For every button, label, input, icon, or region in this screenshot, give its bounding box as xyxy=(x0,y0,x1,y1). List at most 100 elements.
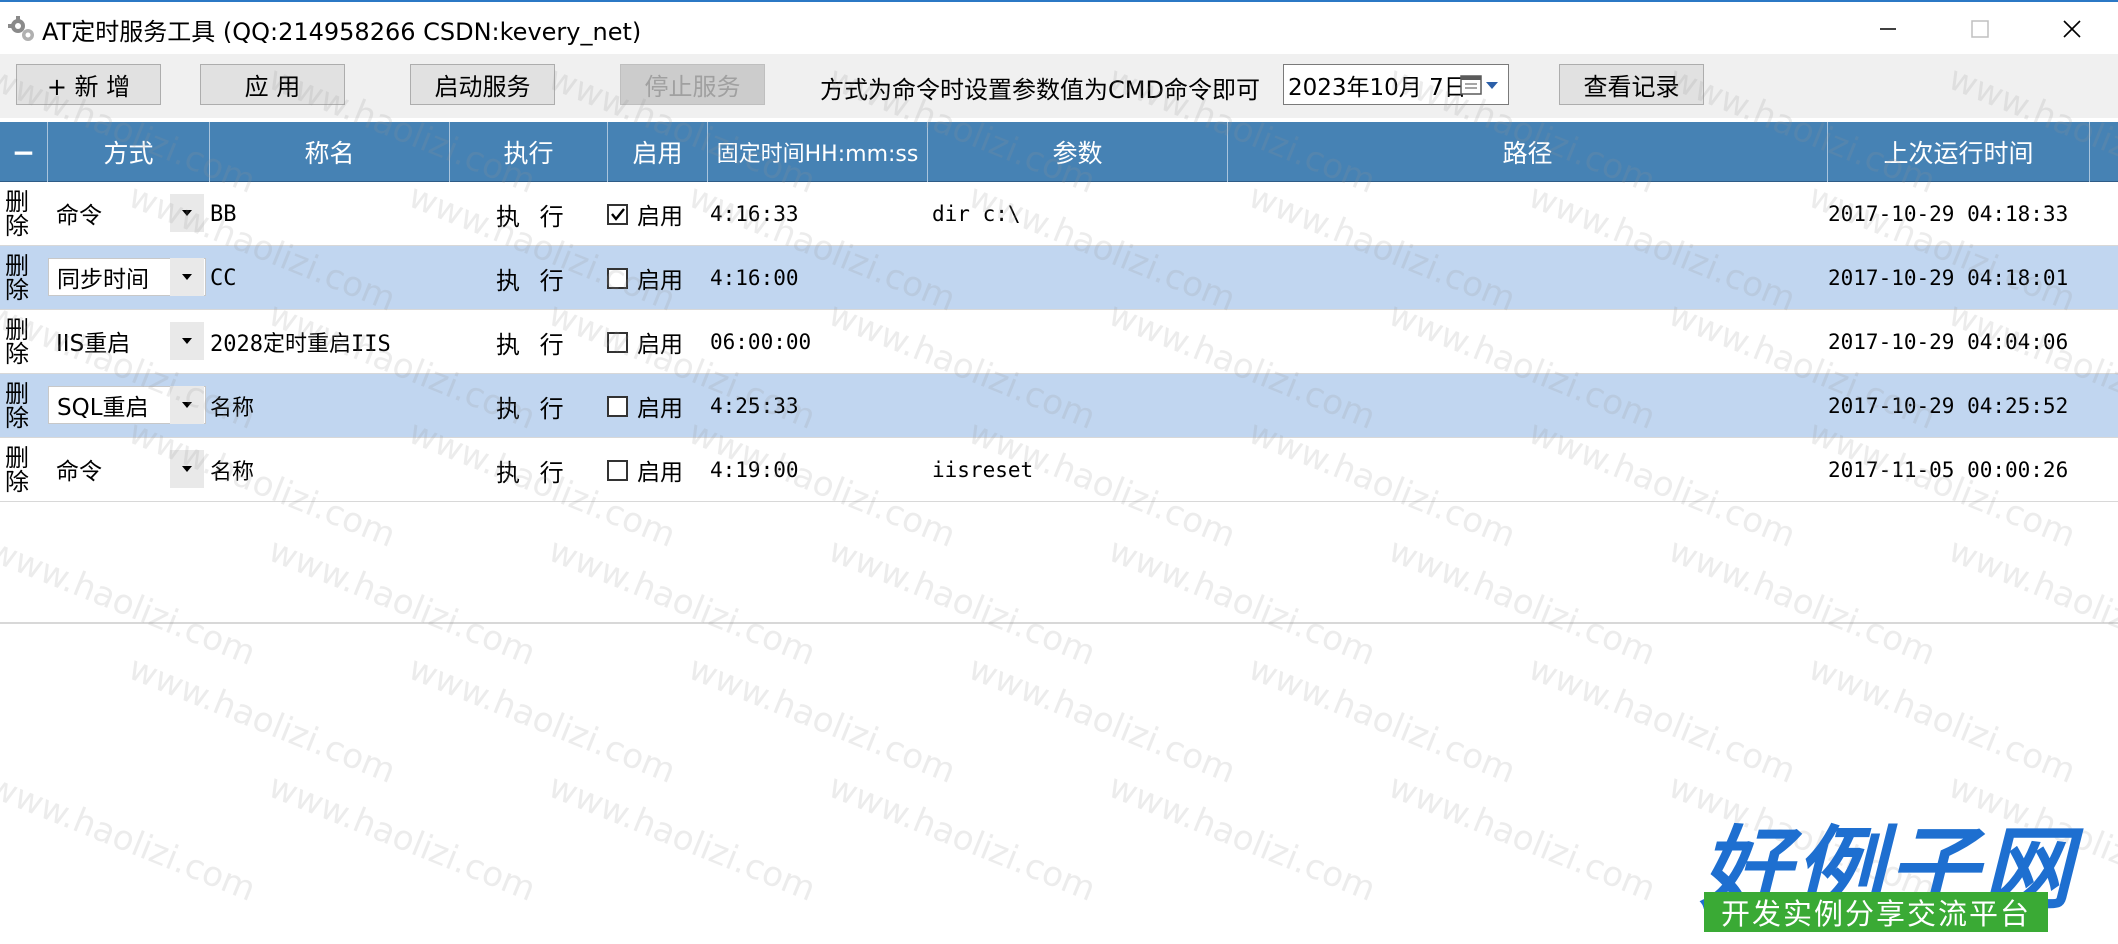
enable-label: 启用 xyxy=(637,332,683,358)
mode-select[interactable]: IIS重启 xyxy=(48,310,206,374)
param-value[interactable]: dir c:\ xyxy=(932,182,1021,246)
add-button[interactable]: + 新 增 xyxy=(16,64,161,105)
delete-label-top: 删 xyxy=(5,316,29,344)
delete-label-bottom: 除 xyxy=(5,468,29,496)
enable-label: 启用 xyxy=(637,204,683,230)
last-run-time: 2017-10-29 04:18:01 xyxy=(1828,266,2069,290)
checkbox-box[interactable] xyxy=(607,331,628,353)
date-picker[interactable]: 2023年10月 7日 xyxy=(1283,64,1509,105)
enable-label: 启用 xyxy=(637,268,683,294)
mode-select[interactable]: 命令 xyxy=(48,182,206,246)
execute-link[interactable]: 执 行 xyxy=(496,246,570,310)
watermark-text: www.haolizi.com xyxy=(0,766,262,910)
execute-link[interactable]: 执 行 xyxy=(496,310,570,374)
column-header-exec[interactable]: 执行 xyxy=(450,122,608,182)
calendar-dropdown[interactable] xyxy=(1460,73,1504,97)
enable-checkbox[interactable]: 启用 xyxy=(607,246,683,310)
task-name[interactable]: CC xyxy=(210,246,237,310)
task-name[interactable]: 名称 xyxy=(210,438,254,502)
fixed-time[interactable]: 4:16:00 xyxy=(710,246,799,310)
delete-link[interactable]: 删除 xyxy=(0,374,34,438)
delete-link[interactable]: 删除 xyxy=(0,438,34,502)
logo-subtitle: 开发实例分享交流平台 xyxy=(1704,892,2048,932)
watermark-text: www.haolizi.com xyxy=(1382,530,1662,674)
execute-link[interactable]: 执 行 xyxy=(496,374,570,438)
task-name[interactable]: 2028定时重启IIS xyxy=(210,310,391,374)
close-button[interactable] xyxy=(2026,2,2118,56)
fixed-time[interactable]: 4:19:00 xyxy=(710,438,799,502)
table-row[interactable]: 删除同步时间 CC 执 行 启用 4:16:00 2017-10-29 04:18:01 xyxy=(0,246,2118,310)
execute-link[interactable]: 执 行 xyxy=(496,182,570,246)
enable-checkbox[interactable]: 启用 xyxy=(607,182,683,246)
table-row[interactable]: 删除 SQL重启 名称 执 行启用 4:25:33 2017-10-29 04:25:52 xyxy=(0,374,2118,438)
task-name[interactable]: BB xyxy=(210,182,237,246)
checkbox-box[interactable] xyxy=(607,395,628,417)
fixed-time[interactable]: 4:16:33 xyxy=(710,182,799,246)
mode-dropdown-button[interactable] xyxy=(170,322,204,360)
view-log-button[interactable]: 查看记录 xyxy=(1559,64,1704,105)
table-row[interactable]: 删除 IIS重启 2028定时重启IIS 执 行 启用 06:00:00 2017-10-2… xyxy=(0,310,2118,374)
delete-link[interactable]: 删除 xyxy=(0,246,34,310)
delete-link[interactable]: 删除 xyxy=(0,310,34,374)
date-value: 2023年10月 7日 xyxy=(1288,74,1467,101)
checkbox-box[interactable] xyxy=(607,267,628,289)
column-header-fixed-time[interactable]: 固定时间HH:mm:ss xyxy=(708,122,928,182)
watermark-text: www.haolizi.com xyxy=(122,648,402,792)
watermark-text: www.haolizi.com xyxy=(962,648,1242,792)
fixed-time[interactable]: 4:25:33 xyxy=(710,374,799,438)
delete-label-top: 删 xyxy=(5,444,29,472)
column-header-filler xyxy=(2090,122,2118,182)
title-bar: AT定时服务工具 (QQ:214958266 CSDN:kevery_net) xyxy=(0,0,2118,54)
watermark-text: www.haolizi.com xyxy=(822,766,1102,910)
mode-select[interactable]: 同步时间 xyxy=(48,246,206,310)
stop-service-button[interactable]: 停止服务 xyxy=(620,64,765,105)
enable-checkbox[interactable]: 启用 xyxy=(607,374,683,438)
mode-dropdown-button[interactable] xyxy=(170,450,204,488)
execute-link[interactable]: 执 行 xyxy=(496,438,570,502)
mode-dropdown-button[interactable] xyxy=(170,258,204,296)
watermark-text: www.haolizi.com xyxy=(1662,530,1942,674)
last-run-time: 2017-11-05 00:00:26 xyxy=(1828,458,2069,482)
task-name[interactable]: 名称 xyxy=(210,374,254,438)
column-header-name[interactable]: 称名 xyxy=(210,122,450,182)
apply-button[interactable]: 应 用 xyxy=(200,64,345,105)
chevron-down-icon xyxy=(182,274,192,280)
column-header-path[interactable]: 路径 xyxy=(1228,122,1828,182)
column-header-last-run[interactable]: 上次运行时间 xyxy=(1828,122,2090,182)
enable-checkbox[interactable]: 启用 xyxy=(607,438,683,502)
checkbox-box[interactable] xyxy=(607,459,628,481)
start-service-button[interactable]: 启动服务 xyxy=(410,64,555,105)
watermark-text: www.haolizi.com xyxy=(1382,766,1662,910)
last-run-time: 2017-10-29 04:25:52 xyxy=(1828,394,2069,418)
minimize-button[interactable] xyxy=(1842,2,1934,56)
column-header-delete[interactable]: − xyxy=(0,122,48,182)
column-header-mode[interactable]: 方式 xyxy=(48,122,210,182)
fixed-time[interactable]: 06:00:00 xyxy=(710,310,811,374)
table-row[interactable]: 删除命令 名称 执 行 启用 4:19:00 iisreset 2017-11-05 00:… xyxy=(0,438,2118,502)
delete-label-top: 删 xyxy=(5,252,29,280)
mode-select[interactable]: 命令 xyxy=(48,438,206,502)
table-row[interactable]: 删除命令 BB 执 行 启用 4:16:33 dir c:\ 2017-10-29 04:1… xyxy=(0,182,2118,246)
watermark-text: www.haolizi.com xyxy=(1942,530,2118,674)
param-value[interactable]: iisreset xyxy=(932,438,1033,502)
mode-dropdown-button[interactable] xyxy=(170,194,204,232)
chevron-down-icon xyxy=(1486,82,1498,89)
calendar-icon xyxy=(1460,75,1482,95)
maximize-button[interactable] xyxy=(1934,2,2026,56)
watermark-text: www.haolizi.com xyxy=(542,766,822,910)
checkbox-box[interactable] xyxy=(607,203,628,225)
delete-link[interactable]: 删除 xyxy=(0,182,34,246)
mode-dropdown-button[interactable] xyxy=(170,386,204,424)
mode-select[interactable]: SQL重启 xyxy=(48,374,206,438)
window-title: AT定时服务工具 (QQ:214958266 CSDN:kevery_net) xyxy=(42,18,642,46)
delete-label-bottom: 除 xyxy=(5,276,29,304)
enable-checkbox[interactable]: 启用 xyxy=(607,310,683,374)
last-run-time: 2017-10-29 04:04:06 xyxy=(1828,330,2069,354)
maximize-icon xyxy=(1971,20,1989,38)
column-header-params[interactable]: 参数 xyxy=(928,122,1228,182)
grid-header: − 方式 称名 执行 启用 固定时间HH:mm:ss 参数 路径 上次运行时间 xyxy=(0,122,2118,182)
watermark-text: www.haolizi.com xyxy=(0,530,262,674)
delete-label-top: 删 xyxy=(5,380,29,408)
enable-label: 启用 xyxy=(637,460,683,486)
column-header-enabled[interactable]: 启用 xyxy=(608,122,708,182)
